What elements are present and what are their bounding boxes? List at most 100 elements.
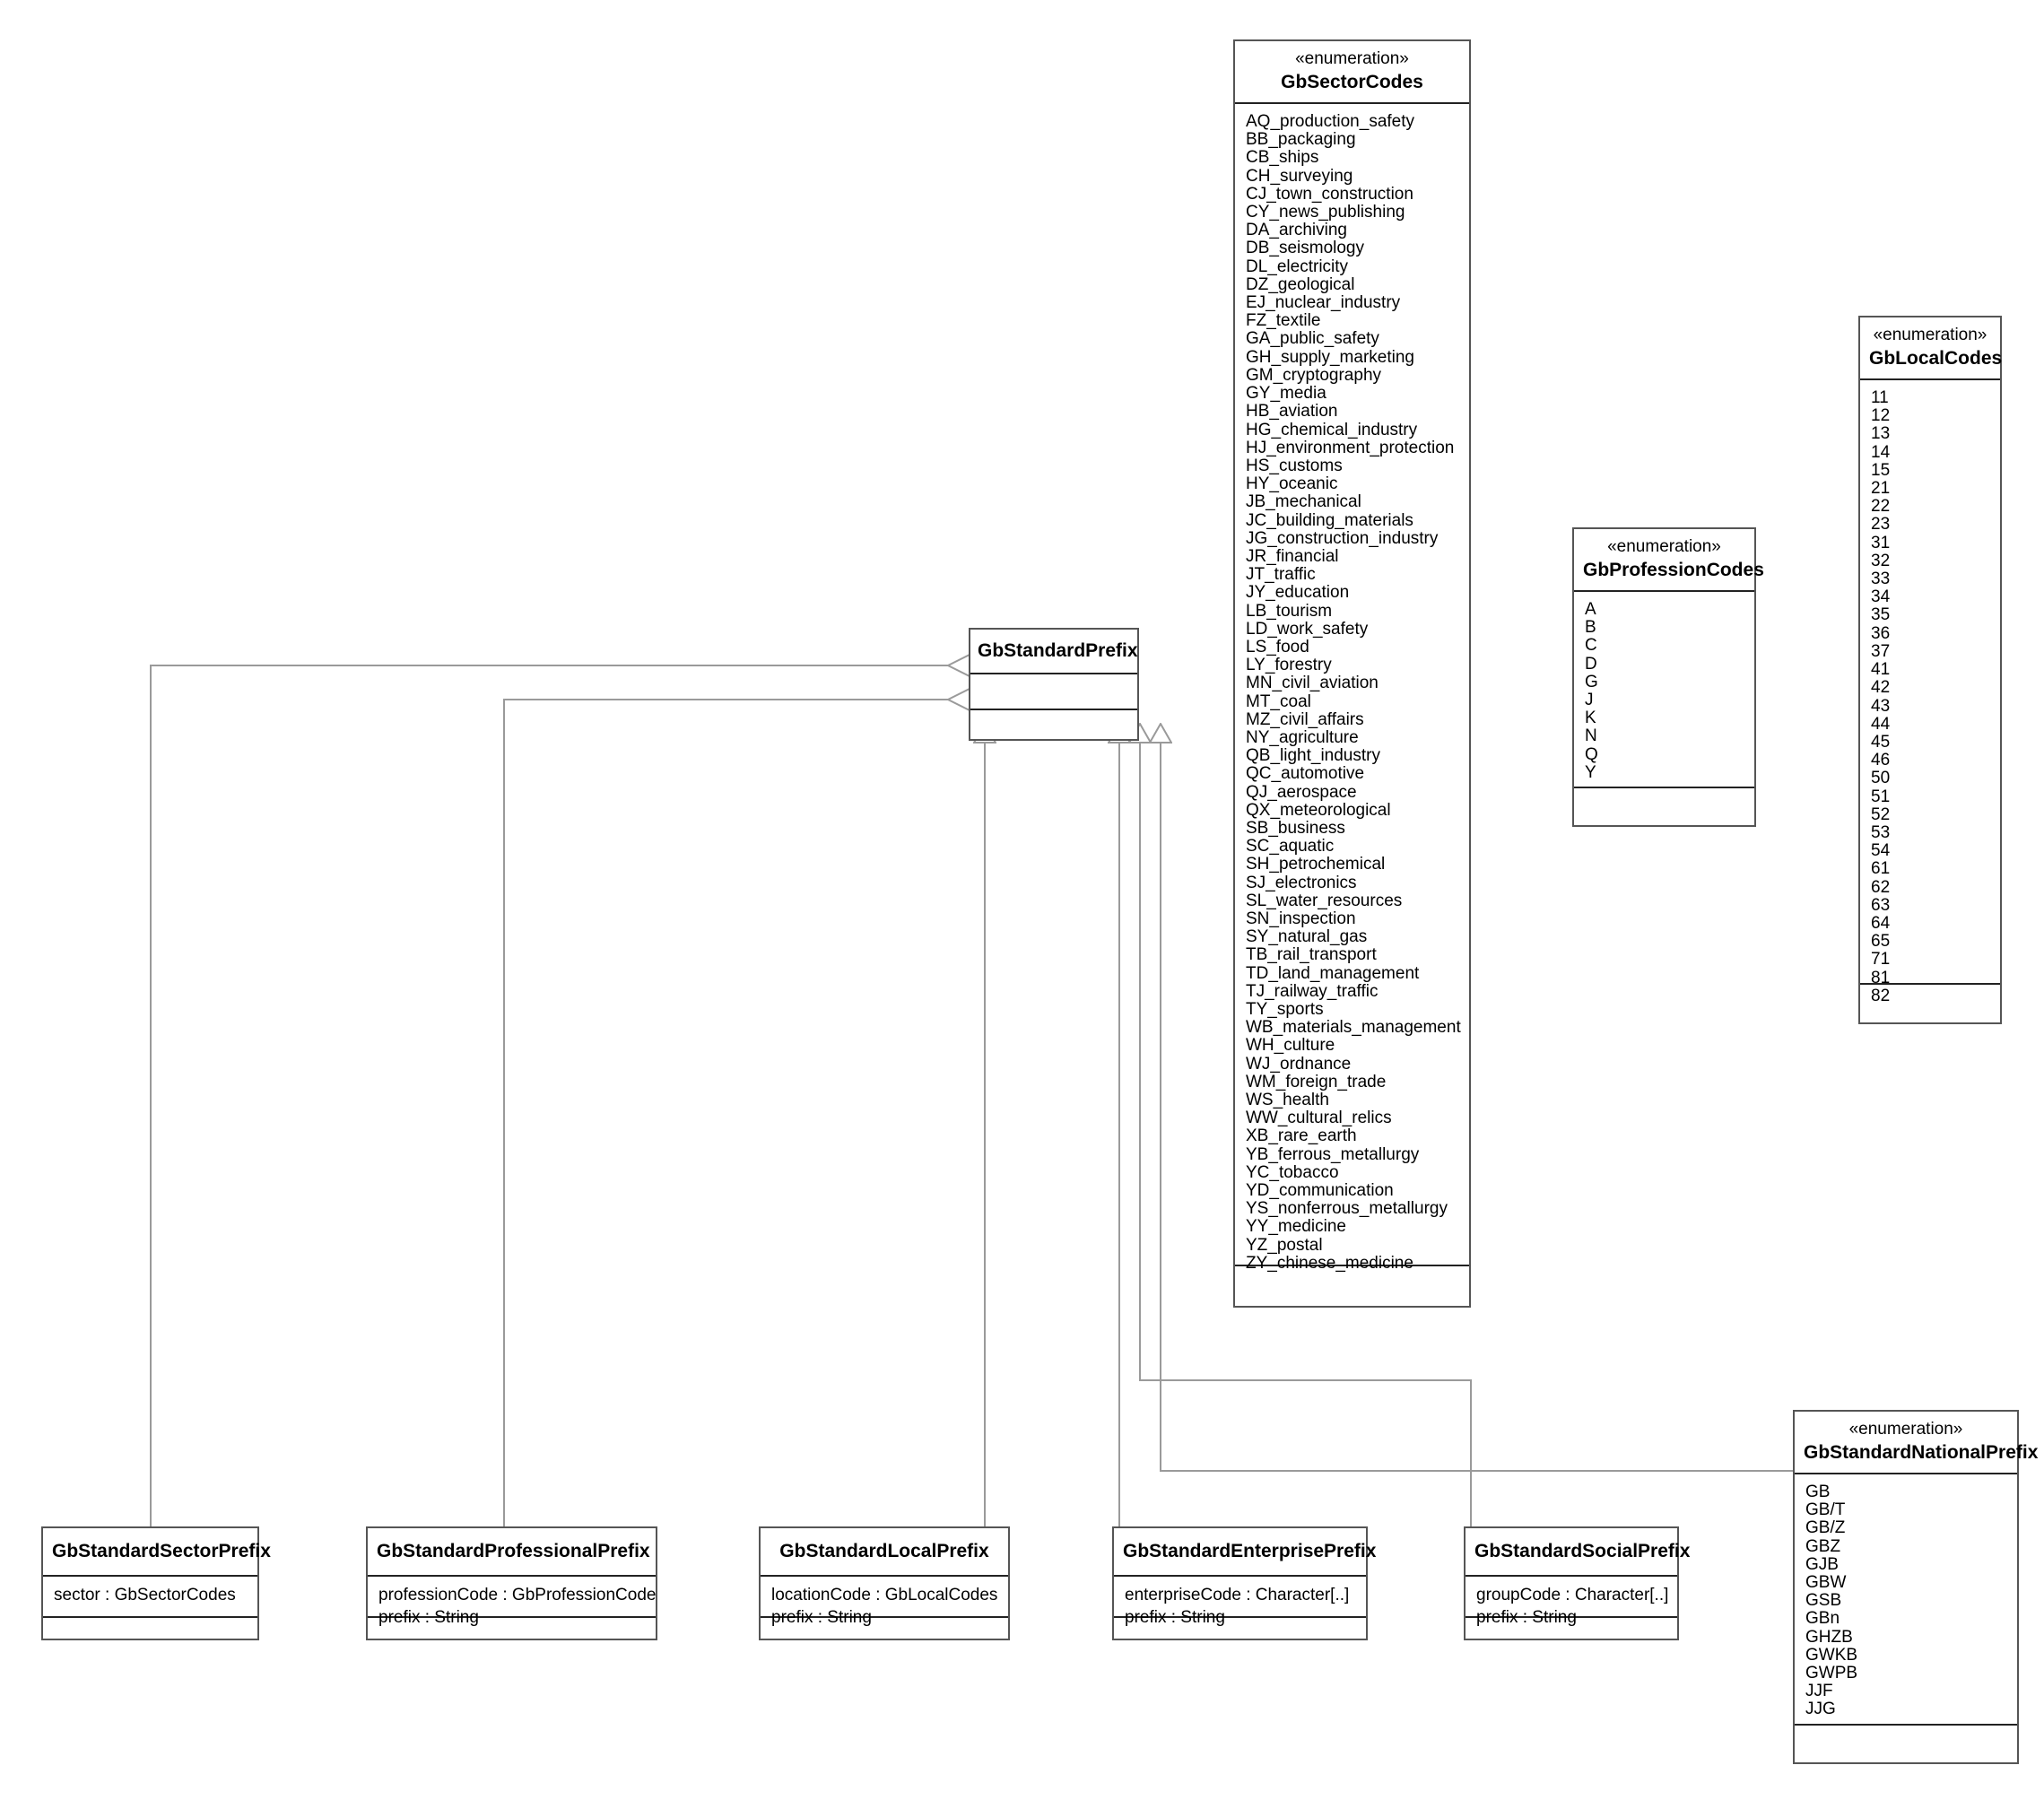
stereotype-label: «enumeration» [1607,537,1721,556]
connector-sector-vertical [150,665,152,1528]
class-gb-standard-sector-prefix-attributes: sector : GbSectorCodes [43,1577,257,1619]
enum-literal: DA_archiving [1246,221,1347,240]
enum-literal: 23 [1871,515,1891,535]
enum-literal: 42 [1871,678,1891,698]
class-gb-standard-professional-prefix[interactable]: GbStandardProfessionalPrefix professionC… [366,1526,657,1640]
connector-social-vertical-lower [1470,1379,1472,1528]
enum-literal: BB_packaging [1246,130,1356,150]
enum-literal: GY_media [1246,384,1326,404]
class-name: GbStandardLocalPrefix [779,1541,989,1561]
enum-gb-profession-codes[interactable]: «enumeration» GbProfessionCodes ABCDGJKN… [1572,527,1764,827]
class-gb-standard-enterprise-prefix-attributes: enterpriseCode : Character[..] prefix : S… [1114,1577,1366,1627]
enum-literal: 44 [1871,714,1891,734]
enum-literal: CJ_town_construction [1246,184,1413,204]
enum-literal: HY_oceanic [1246,474,1338,494]
enum-literal: 61 [1871,859,1891,879]
enum-literal: GSB [1805,1591,1842,1611]
enum-literal: TJ_railway_traffic [1246,981,1379,1001]
class-gb-standard-social-prefix-header: GbStandardSocialPrefix [1466,1528,1691,1578]
enum-literal: 45 [1871,732,1891,752]
stereotype-label: «enumeration» [1295,49,1409,68]
enum-literal: SC_aquatic [1246,837,1335,857]
enum-literal: SH_petrochemical [1246,855,1386,874]
enum-literal: 63 [1871,895,1891,915]
enum-literal: HG_chemical_industry [1246,420,1418,439]
enum-gb-standard-national-prefix[interactable]: «enumeration» GbStandardNationalPrefix G… [1793,1410,2039,1764]
connector-national-horizontal [1160,1470,1794,1472]
enum-gb-local-codes-header: «enumeration» GbLocalCodes [1860,317,2003,381]
enum-literal: 15 [1871,460,1891,480]
stereotype-label: «enumeration» [1848,1420,1963,1439]
enum-literal: 65 [1871,932,1891,952]
enum-literal: FZ_textile [1246,311,1321,331]
enum-literal: TD_land_management [1246,963,1420,983]
class-name: GbStandardProfessionalPrefix [377,1541,650,1561]
class-attribute: sector : GbSectorCodes [54,1586,236,1605]
enum-literal: GBW [1805,1573,1847,1593]
enum-literal: B [1585,618,1596,638]
enum-gb-local-codes-literals: 11 12 13 14 15 21 22 23 31 32 33 34 35 36 37 41 42 43 44 45… [1860,380,2000,1004]
connector-national-vertical [1160,741,1161,1472]
enum-literal: GA_public_safety [1246,329,1379,349]
enum-literal: JJF [1805,1682,1833,1701]
class-name: GbStandardEnterprisePrefix [1123,1541,1377,1561]
enum-literal: QX_meteorological [1246,800,1391,820]
enum-literal: LY_forestry [1246,656,1332,675]
enum-literal: A [1585,600,1596,620]
generalization-arrow-national [1148,721,1173,749]
enum-literal: WS_health [1246,1091,1329,1110]
connector-professional-vertical [503,699,505,1528]
enum-literal: WB_materials_management [1246,1018,1461,1038]
enum-gb-standard-national-prefix-operations [1795,1726,2017,1756]
enum-literal: GWPB [1805,1664,1858,1683]
enum-literal: NY_agriculture [1246,727,1359,747]
class-gb-standard-local-prefix[interactable]: GbStandardLocalPrefix locationCode : GbL… [759,1526,1010,1640]
enum-literal: HB_aviation [1246,402,1338,422]
connector-social-horizontal [1139,1379,1472,1381]
enum-name: GbLocalCodes [1869,347,2003,369]
class-gb-standard-prefix[interactable]: GbStandardPrefix [969,628,1139,741]
enum-literal: YC_tobacco [1246,1162,1339,1182]
enum-literal: JB_mechanical [1246,492,1361,512]
enum-literal: JT_traffic [1246,565,1316,585]
enum-gb-local-codes[interactable]: «enumeration» GbLocalCodes 11 12 13 14 15 21 2… [1858,316,2002,1024]
enum-literal: 12 [1871,406,1891,426]
enum-literal: GB/Z [1805,1518,1846,1538]
class-gb-standard-sector-prefix-header: GbStandardSectorPrefix [43,1528,271,1578]
enum-literal: DL_electricity [1246,257,1349,276]
enum-literal: 35 [1871,605,1891,625]
enum-literal: C [1585,636,1597,656]
class-gb-standard-sector-prefix[interactable]: GbStandardSectorPrefix sector : GbSector… [41,1526,271,1640]
enum-literal: MN_civil_aviation [1246,674,1379,693]
enum-literal: HS_customs [1246,456,1343,475]
enum-name: GbSectorCodes [1281,71,1423,92]
enum-literal: LB_tourism [1246,601,1333,621]
class-name: GbStandardPrefix [978,640,1138,661]
enum-literal: 50 [1871,769,1891,788]
enum-literal: 41 [1871,660,1891,680]
class-gb-standard-enterprise-prefix[interactable]: GbStandardEnterprisePrefix enterpriseCod… [1112,1526,1377,1640]
class-gb-standard-social-prefix[interactable]: GbStandardSocialPrefix groupCode : Chara… [1464,1526,1691,1640]
enum-literal: TY_sports [1246,1000,1324,1019]
enum-name: GbStandardNationalPrefix [1804,1441,2039,1463]
enum-literal: GJB [1805,1554,1839,1574]
enum-literal: JY_education [1246,583,1350,603]
enum-literal: G [1585,672,1598,691]
enum-name: GbProfessionCodes [1583,559,1764,580]
enum-literal: 54 [1871,841,1891,861]
enum-literal: CY_news_publishing [1246,203,1405,222]
enum-literal: GB/T [1805,1500,1846,1520]
enum-gb-sector-codes[interactable]: «enumeration» GbSectorCodes AQ_productio… [1233,39,1471,1308]
enum-literal: 11 [1871,388,1889,408]
enum-literal: JG_construction_industry [1246,528,1439,548]
enum-gb-sector-codes-literals: AQ_production_safety BB_packaging CB_ships… [1235,104,1469,1273]
enum-literal: 62 [1871,877,1891,897]
enum-literal: N [1585,726,1597,746]
enum-literal: WM_foreign_trade [1246,1072,1387,1091]
enum-literal: XB_rare_earth [1246,1126,1357,1146]
class-name: GbStandardSectorPrefix [52,1541,271,1561]
enum-literal: 22 [1871,497,1891,517]
enum-literal: QB_light_industry [1246,746,1380,766]
class-name: GbStandardSocialPrefix [1474,1541,1691,1561]
enum-literal: 32 [1871,551,1891,570]
